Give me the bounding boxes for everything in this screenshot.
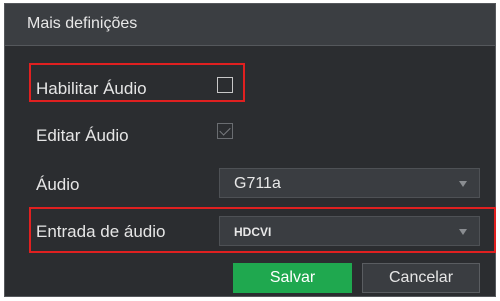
audio-input-label: Entrada de áudio (36, 222, 166, 241)
chevron-down-icon (459, 229, 467, 235)
checkmark-icon (219, 124, 231, 136)
more-settings-dialog: Mais definições Habilitar Áudio Editar Á… (4, 3, 496, 297)
save-button[interactable]: Salvar (233, 263, 352, 293)
audio-codec-select[interactable]: G711a (219, 168, 480, 198)
edit-audio-label: Editar Áudio (36, 126, 129, 145)
enable-audio-label: Habilitar Áudio (36, 79, 147, 98)
enable-audio-checkbox[interactable] (217, 77, 233, 93)
audio-codec-value: G711a (234, 175, 281, 192)
edit-audio-checkbox[interactable] (217, 123, 233, 139)
dialog-title: Mais definições (27, 15, 138, 32)
cancel-button[interactable]: Cancelar (362, 263, 480, 293)
audio-input-value: HDCVI (234, 225, 272, 239)
chevron-down-icon (459, 181, 467, 187)
audio-input-select[interactable]: HDCVI (219, 216, 480, 246)
dialog-title-bar: Mais definições (5, 4, 495, 46)
audio-label: Áudio (36, 175, 80, 194)
